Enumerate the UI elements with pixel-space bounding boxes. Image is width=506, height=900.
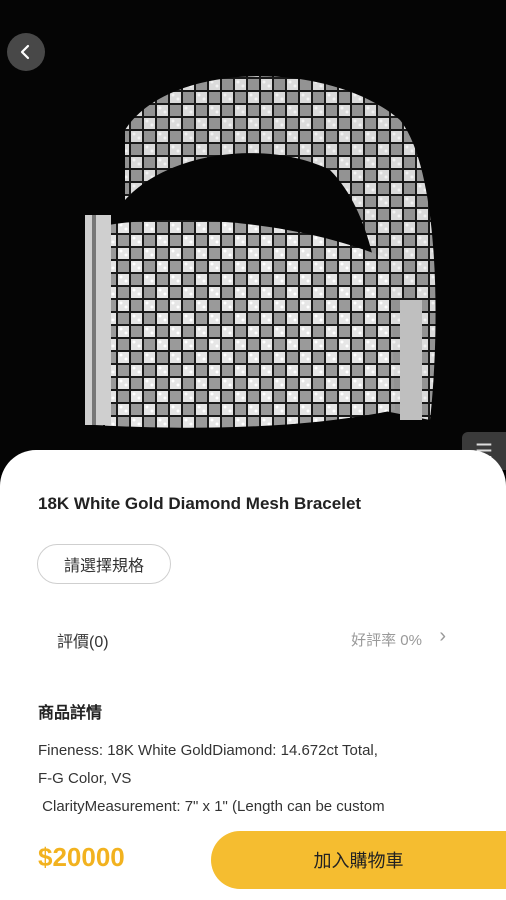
reviews-row[interactable]: 評價(0) 好評率 0% › [0,620,506,656]
select-spec-button[interactable]: 請選擇規格 [37,544,171,584]
product-image: ☰ [0,0,506,470]
positive-rate: 好評率 0% [351,632,422,649]
product-title: 18K White Gold Diamond Mesh Bracelet [38,494,362,513]
product-sheet: 18K White Gold Diamond Mesh Bracelet 請選擇… [0,450,506,900]
chevron-right-icon: › [439,625,446,647]
product-price: $20000 [38,842,125,872]
add-to-cart-button[interactable]: 加入購物車 [211,831,506,889]
back-button[interactable] [7,33,45,71]
details-title: 商品詳情 [38,705,103,722]
chevron-left-icon [20,44,30,60]
reviews-label: 評價(0) [57,634,109,651]
details-text: Fineness: 18K White GoldDiamond: 14.672c… [38,742,385,815]
bracelet-photo [85,76,436,428]
